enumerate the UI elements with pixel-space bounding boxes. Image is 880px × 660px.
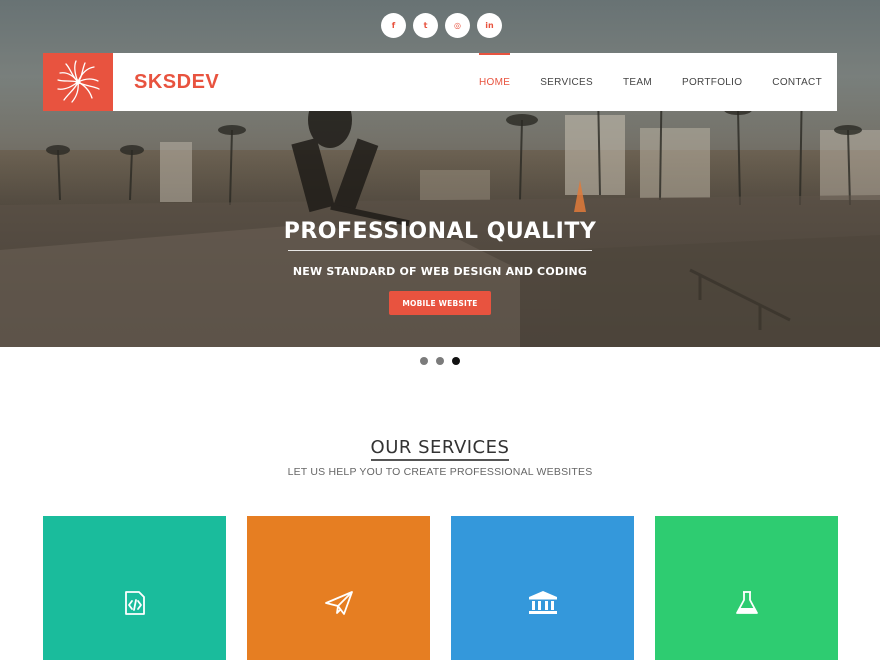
hero-divider <box>288 250 592 251</box>
services-cards <box>43 516 838 660</box>
flask-icon <box>735 591 758 614</box>
navbar: SKSDEV HOME SERVICES TEAM PORTFOLIO CONT… <box>43 53 837 111</box>
nav-item-contact[interactable]: CONTACT <box>757 53 837 111</box>
hero-subtitle: NEW STANDARD OF WEB DESIGN AND CODING <box>292 265 588 278</box>
hero-slider: f t ◎ in SKSDEV HOME SERVICES TEAM PORTF… <box>0 0 880 347</box>
twitter-icon[interactable]: t <box>413 13 438 38</box>
hero-title: PROFESSIONAL QUALITY <box>283 219 597 244</box>
nav-item-services[interactable]: SERVICES <box>525 53 608 111</box>
bank-icon <box>528 591 557 614</box>
dribbble-icon[interactable]: ◎ <box>445 13 470 38</box>
slider-dot-active[interactable] <box>452 357 460 365</box>
slider-dot[interactable] <box>420 357 428 365</box>
slider-pagination <box>420 357 460 365</box>
linkedin-icon[interactable]: in <box>477 13 502 38</box>
social-links: f t ◎ in <box>381 13 502 38</box>
code-file-icon <box>124 591 145 615</box>
paper-plane-icon <box>324 591 353 615</box>
service-card-send[interactable] <box>247 516 430 660</box>
service-card-lab[interactable] <box>655 516 838 660</box>
services-title: OUR SERVICES <box>0 437 880 461</box>
brand-name[interactable]: SKSDEV <box>134 71 219 94</box>
nav-item-home[interactable]: HOME <box>464 53 525 111</box>
main-menu: HOME SERVICES TEAM PORTFOLIO CONTACT <box>464 53 837 111</box>
services-subtitle: LET US HELP YOU TO CREATE PROFESSIONAL W… <box>287 466 593 478</box>
mobile-website-button[interactable]: MOBILE WEBSITE <box>389 291 491 315</box>
service-card-code[interactable] <box>43 516 226 660</box>
nav-item-team[interactable]: TEAM <box>608 53 667 111</box>
facebook-icon[interactable]: f <box>381 13 406 38</box>
burst-logo-icon <box>57 60 100 103</box>
services-title-text: OUR SERVICES <box>370 437 510 461</box>
nav-item-portfolio[interactable]: PORTFOLIO <box>667 53 757 111</box>
service-card-bank[interactable] <box>451 516 634 660</box>
slider-dot[interactable] <box>436 357 444 365</box>
logo[interactable] <box>43 53 113 111</box>
